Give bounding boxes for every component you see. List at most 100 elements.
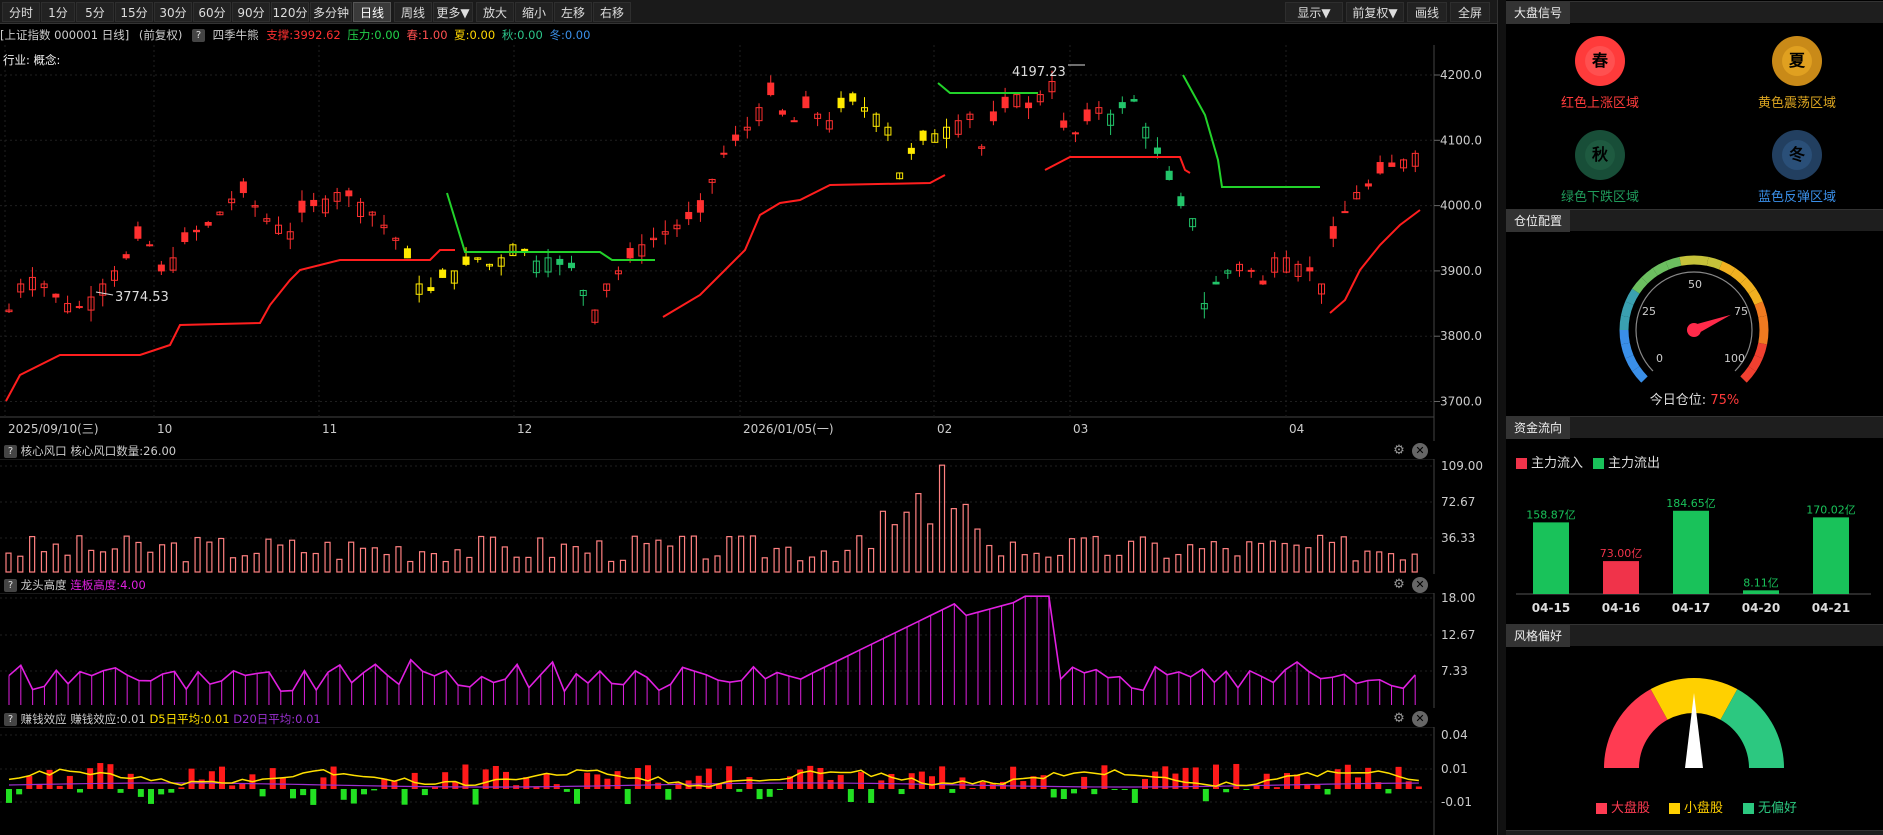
profit-bar [766,789,773,797]
candle [732,134,740,141]
candle [1025,102,1033,109]
autumn-value: 秋:0.00 [501,28,543,42]
y-tick-label: 4100.0 [1440,133,1482,147]
candle [849,93,857,102]
period-button[interactable]: 1分 [41,2,75,22]
y-tick-label: 12.67 [1441,628,1475,642]
period-button[interactable]: 左移 [554,2,592,22]
gear-icon[interactable]: ⚙ [1391,443,1407,459]
panel3-d5: D5日平均:0.01 [149,712,230,726]
style-title: 风格偏好 [1506,625,1571,647]
help-icon[interactable]: ? [4,579,17,592]
shield-icon: 冬 [1772,130,1822,180]
profit-bar [148,789,154,804]
toolbar-right-button[interactable]: 全屏 [1450,2,1490,22]
toolbar-right-button[interactable]: 画线 [1407,2,1447,22]
gauge-tick-label: 25 [1642,305,1656,318]
profit-bar [604,778,611,789]
candle [1247,269,1255,272]
industry-label: 行业: 概念: [3,53,61,67]
close-icon[interactable]: ✕ [1412,443,1428,459]
candle [1153,147,1161,154]
profit-bar [817,767,824,789]
y-tick-label: 0.04 [1441,728,1468,742]
period-button[interactable]: 缩小 [515,2,553,22]
splitter[interactable] [1497,0,1506,835]
profit-bar [87,768,94,789]
profit-bar [371,789,378,791]
low-annotation: 3774.53 [115,290,169,305]
profit-bar [107,764,114,789]
profit-bar [482,769,489,789]
candle [239,181,247,194]
profit-bar [827,779,834,789]
season-spring: 春红色上涨区域 [1540,36,1660,111]
toolbar-right-button[interactable]: 显示▼ [1285,2,1343,22]
candle [1259,280,1267,285]
period-button[interactable]: 60分 [193,2,231,22]
period-button[interactable]: 多分钟 [310,2,352,22]
flow-category-label: 04-16 [1602,601,1640,615]
high-annotation: 4197.23 [1012,65,1066,80]
y-tick-label: 18.00 [1441,593,1475,605]
toolbar-right-button[interactable]: 前复权▼ [1346,2,1404,22]
flow-out-legend: 主力流出 [1593,452,1660,471]
candle [802,96,810,109]
y-tick-label: 3700.0 [1440,395,1482,409]
help-icon[interactable]: ? [4,713,17,726]
profit-bar [695,775,702,789]
period-button[interactable]: 日线 [353,2,391,22]
profit-bar [46,769,53,789]
profit-bar [1182,767,1189,789]
period-button[interactable]: 周线 [394,2,432,22]
gauge-arc [1706,256,1723,270]
indicator-name: 四季牛熊 [212,28,259,42]
help-icon[interactable]: ? [191,29,205,42]
period-button[interactable]: 放大 [476,2,514,22]
period-button[interactable]: 5分 [76,2,114,22]
help-icon[interactable]: ? [4,445,17,458]
candle [1329,226,1337,239]
profit-bar [1121,789,1128,790]
profit-bar [563,789,570,792]
legend-large-cap: 大盘股 [1596,797,1650,816]
flow-bar [1673,510,1709,594]
candle [1083,109,1091,122]
period-button[interactable]: 120分 [271,2,309,22]
candle [146,244,154,247]
period-button[interactable]: 更多▼ [433,2,473,22]
kline-chart[interactable]: 4200.0 4100.0 4000.0 3900.0 3800.0 3700.0 2025… [0,45,1497,441]
period-button[interactable]: 90分 [232,2,270,22]
period-button[interactable]: 30分 [154,2,192,22]
period-button[interactable]: 右移 [593,2,631,22]
profit-bar [66,775,73,789]
y-tick-label: 3900.0 [1440,264,1482,278]
gear-icon[interactable]: ⚙ [1391,577,1407,593]
flow-in-legend: 主力流入 [1516,452,1583,471]
profit-bar [300,789,307,796]
candle [1212,281,1220,285]
profit-bar [847,789,854,802]
gauge-tick-label: 100 [1724,352,1745,365]
gear-icon[interactable]: ⚙ [1391,711,1407,727]
style-gauge [1604,678,1784,768]
legend-small-cap: 小盘股 [1669,797,1723,816]
period-button[interactable]: 分时 [2,2,40,22]
profit-bar [168,789,175,793]
y-tick-label: -0.01 [1441,795,1472,809]
period-button[interactable]: 15分 [115,2,153,22]
profit-bar [361,789,367,795]
candle [134,226,142,239]
candle [778,110,786,115]
legend-no-preference: 无偏好 [1743,797,1797,816]
panel1-name: 核心风口 [20,444,67,458]
close-icon[interactable]: ✕ [1412,711,1428,727]
profit-bar [259,789,266,797]
signal-title: 大盘信号 [1506,2,1571,24]
profit-bar [239,783,246,789]
close-icon[interactable]: ✕ [1412,577,1428,593]
profit-bar [756,789,763,800]
profit-bar [1273,787,1280,789]
gauge-arc [1754,301,1768,318]
shield-icon: 秋 [1575,130,1625,180]
